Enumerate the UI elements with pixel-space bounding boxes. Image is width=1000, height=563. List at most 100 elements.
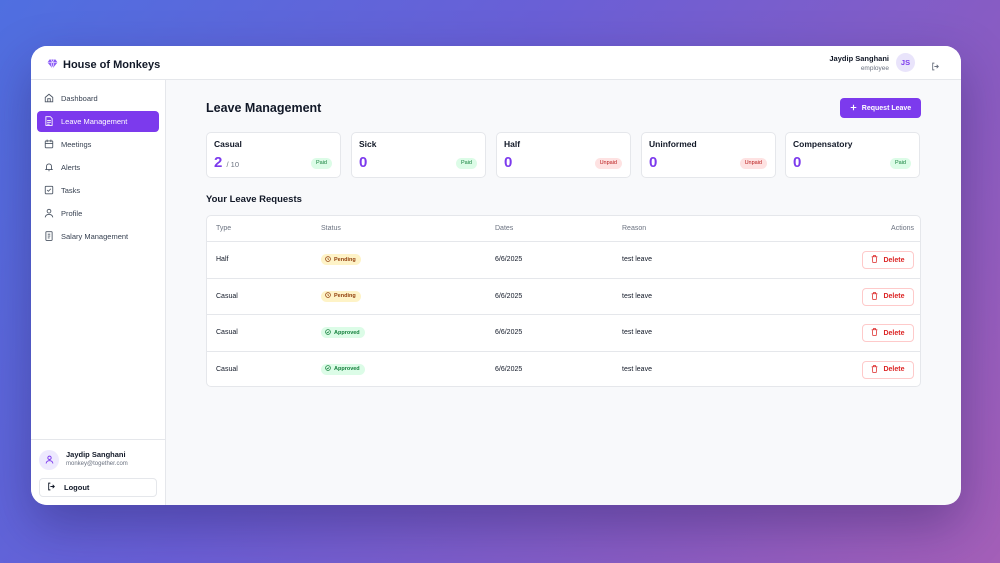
- card-value: 2 / 10: [214, 154, 239, 171]
- column-header-status: Status: [321, 225, 341, 232]
- cell-reason: test leave: [622, 292, 652, 300]
- cell-type: Casual: [216, 365, 238, 373]
- status-label: Approved: [334, 329, 360, 336]
- plus-icon: [850, 104, 857, 113]
- table-header: Type Status Dates Reason Actions: [207, 216, 920, 242]
- status-badge: Paid: [455, 158, 477, 169]
- status-badge: Pending: [321, 254, 361, 265]
- sidebar-item-label: Profile: [61, 209, 83, 218]
- calendar-icon: [44, 139, 54, 151]
- sidebar-user-email: monkey@together.com: [66, 461, 128, 467]
- card-title: Casual: [214, 139, 242, 149]
- sidebar-item-dashboard[interactable]: Dashboard: [37, 88, 159, 109]
- card-title: Compensatory: [793, 139, 853, 149]
- trash-icon: [871, 364, 878, 375]
- app-name: House of Monkeys: [63, 59, 161, 71]
- status-badge: Approved: [321, 327, 365, 338]
- trash-icon: [871, 291, 878, 302]
- leave-requests-table: Type Status Dates Reason Actions Half Pe…: [206, 215, 921, 387]
- status-badge: Paid: [310, 158, 332, 169]
- clock-icon: [325, 292, 331, 300]
- section-title: Your Leave Requests: [206, 194, 302, 205]
- delete-button[interactable]: Delete: [862, 251, 914, 269]
- bell-icon: [44, 162, 54, 174]
- brand[interactable]: House of Monkeys: [47, 56, 160, 74]
- sidebar-item-meetings[interactable]: Meetings: [37, 134, 159, 155]
- card-count: 0: [793, 154, 802, 171]
- checkbox-icon: [44, 185, 54, 197]
- sidebar-item-tasks[interactable]: Tasks: [37, 180, 159, 201]
- receipt-icon: [44, 230, 54, 243]
- sidebar-item-label: Salary Management: [61, 232, 129, 241]
- delete-button[interactable]: Delete: [862, 287, 914, 306]
- card-count: 0: [504, 154, 513, 171]
- delete-label: Delete: [883, 256, 905, 264]
- home-icon: [44, 93, 54, 105]
- leave-card-uninformed: Uninformed 0 Unpaid: [641, 132, 776, 178]
- status-badge: Paid: [889, 158, 911, 169]
- sidebar-user-name: Jaydip Sanghani: [66, 450, 126, 459]
- leave-card-compensatory: Compensatory 0 Paid: [785, 132, 920, 178]
- cell-type: Casual: [216, 292, 238, 300]
- header-avatar[interactable]: JS: [896, 53, 915, 72]
- status-badge: Unpaid: [594, 158, 622, 169]
- sidebar-item-alerts[interactable]: Alerts: [37, 157, 159, 178]
- status-label: Approved: [334, 366, 360, 372]
- check-circle-icon: [325, 365, 331, 373]
- delete-label: Delete: [883, 329, 905, 337]
- diamond-icon: [47, 56, 58, 74]
- sidebar-item-leave-management[interactable]: Leave Management: [37, 111, 159, 132]
- app-window: House of Monkeys Jaydip Sanghani employe…: [31, 46, 961, 505]
- document-icon: [44, 115, 54, 128]
- trash-icon: [871, 328, 878, 338]
- card-title: Uninformed: [649, 139, 697, 149]
- sidebar-item-label: Dashboard: [61, 94, 98, 103]
- status-badge: Pending: [321, 290, 361, 302]
- delete-button[interactable]: Delete: [862, 360, 914, 379]
- avatar[interactable]: [39, 450, 59, 470]
- card-total: / 10: [226, 160, 240, 169]
- delete-label: Delete: [883, 366, 905, 373]
- column-header-reason: Reason: [622, 225, 647, 232]
- cell-reason: test leave: [622, 365, 652, 373]
- cell-dates: 6/6/2025: [495, 365, 523, 373]
- leave-card-casual: Casual 2 / 10 Paid: [206, 132, 341, 178]
- table-row: Casual Approved 6/6/2025 test leave Dele…: [207, 352, 920, 387]
- card-value: 0: [504, 154, 512, 171]
- card-count: 0: [359, 154, 368, 171]
- card-value: 0: [649, 154, 657, 171]
- status-label: Pending: [334, 256, 356, 263]
- card-count: 2: [214, 154, 223, 171]
- page-title: Leave Management: [206, 101, 322, 115]
- trash-icon: [871, 255, 878, 265]
- header-user-info: Jaydip Sanghani employee: [829, 54, 889, 74]
- sidebar-item-label: Leave Management: [61, 117, 128, 126]
- logout-icon: [47, 482, 56, 493]
- request-leave-button[interactable]: Request Leave: [840, 98, 921, 118]
- delete-button[interactable]: Delete: [862, 324, 914, 342]
- cell-dates: 6/6/2025: [495, 256, 523, 263]
- column-header-type: Type: [216, 225, 232, 232]
- logout-button[interactable]: Logout: [39, 478, 157, 497]
- column-header-actions: Actions: [891, 225, 914, 232]
- cell-dates: 6/6/2025: [495, 329, 523, 336]
- status-label: Pending: [334, 293, 356, 299]
- logout-label: Logout: [64, 483, 90, 492]
- status-badge: Approved: [321, 363, 365, 375]
- leave-card-sick: Sick 0 Paid: [351, 132, 486, 178]
- header-user-role: employee: [860, 65, 889, 72]
- sidebar-item-label: Meetings: [61, 140, 92, 149]
- user-icon: [45, 451, 54, 469]
- top-bar: House of Monkeys Jaydip Sanghani employe…: [31, 46, 961, 80]
- user-icon: [44, 208, 54, 220]
- cell-reason: test leave: [622, 329, 652, 336]
- cell-reason: test leave: [622, 256, 652, 263]
- sidebar-item-label: Alerts: [61, 163, 81, 172]
- sidebar-item-profile[interactable]: Profile: [37, 203, 159, 224]
- logout-icon[interactable]: [931, 58, 940, 76]
- cell-type: Half: [216, 256, 229, 263]
- header-user-name: Jaydip Sanghani: [829, 54, 889, 63]
- sidebar-item-salary-management[interactable]: Salary Management: [37, 226, 159, 247]
- request-leave-label: Request Leave: [861, 104, 912, 112]
- leave-card-half: Half 0 Unpaid: [496, 132, 631, 178]
